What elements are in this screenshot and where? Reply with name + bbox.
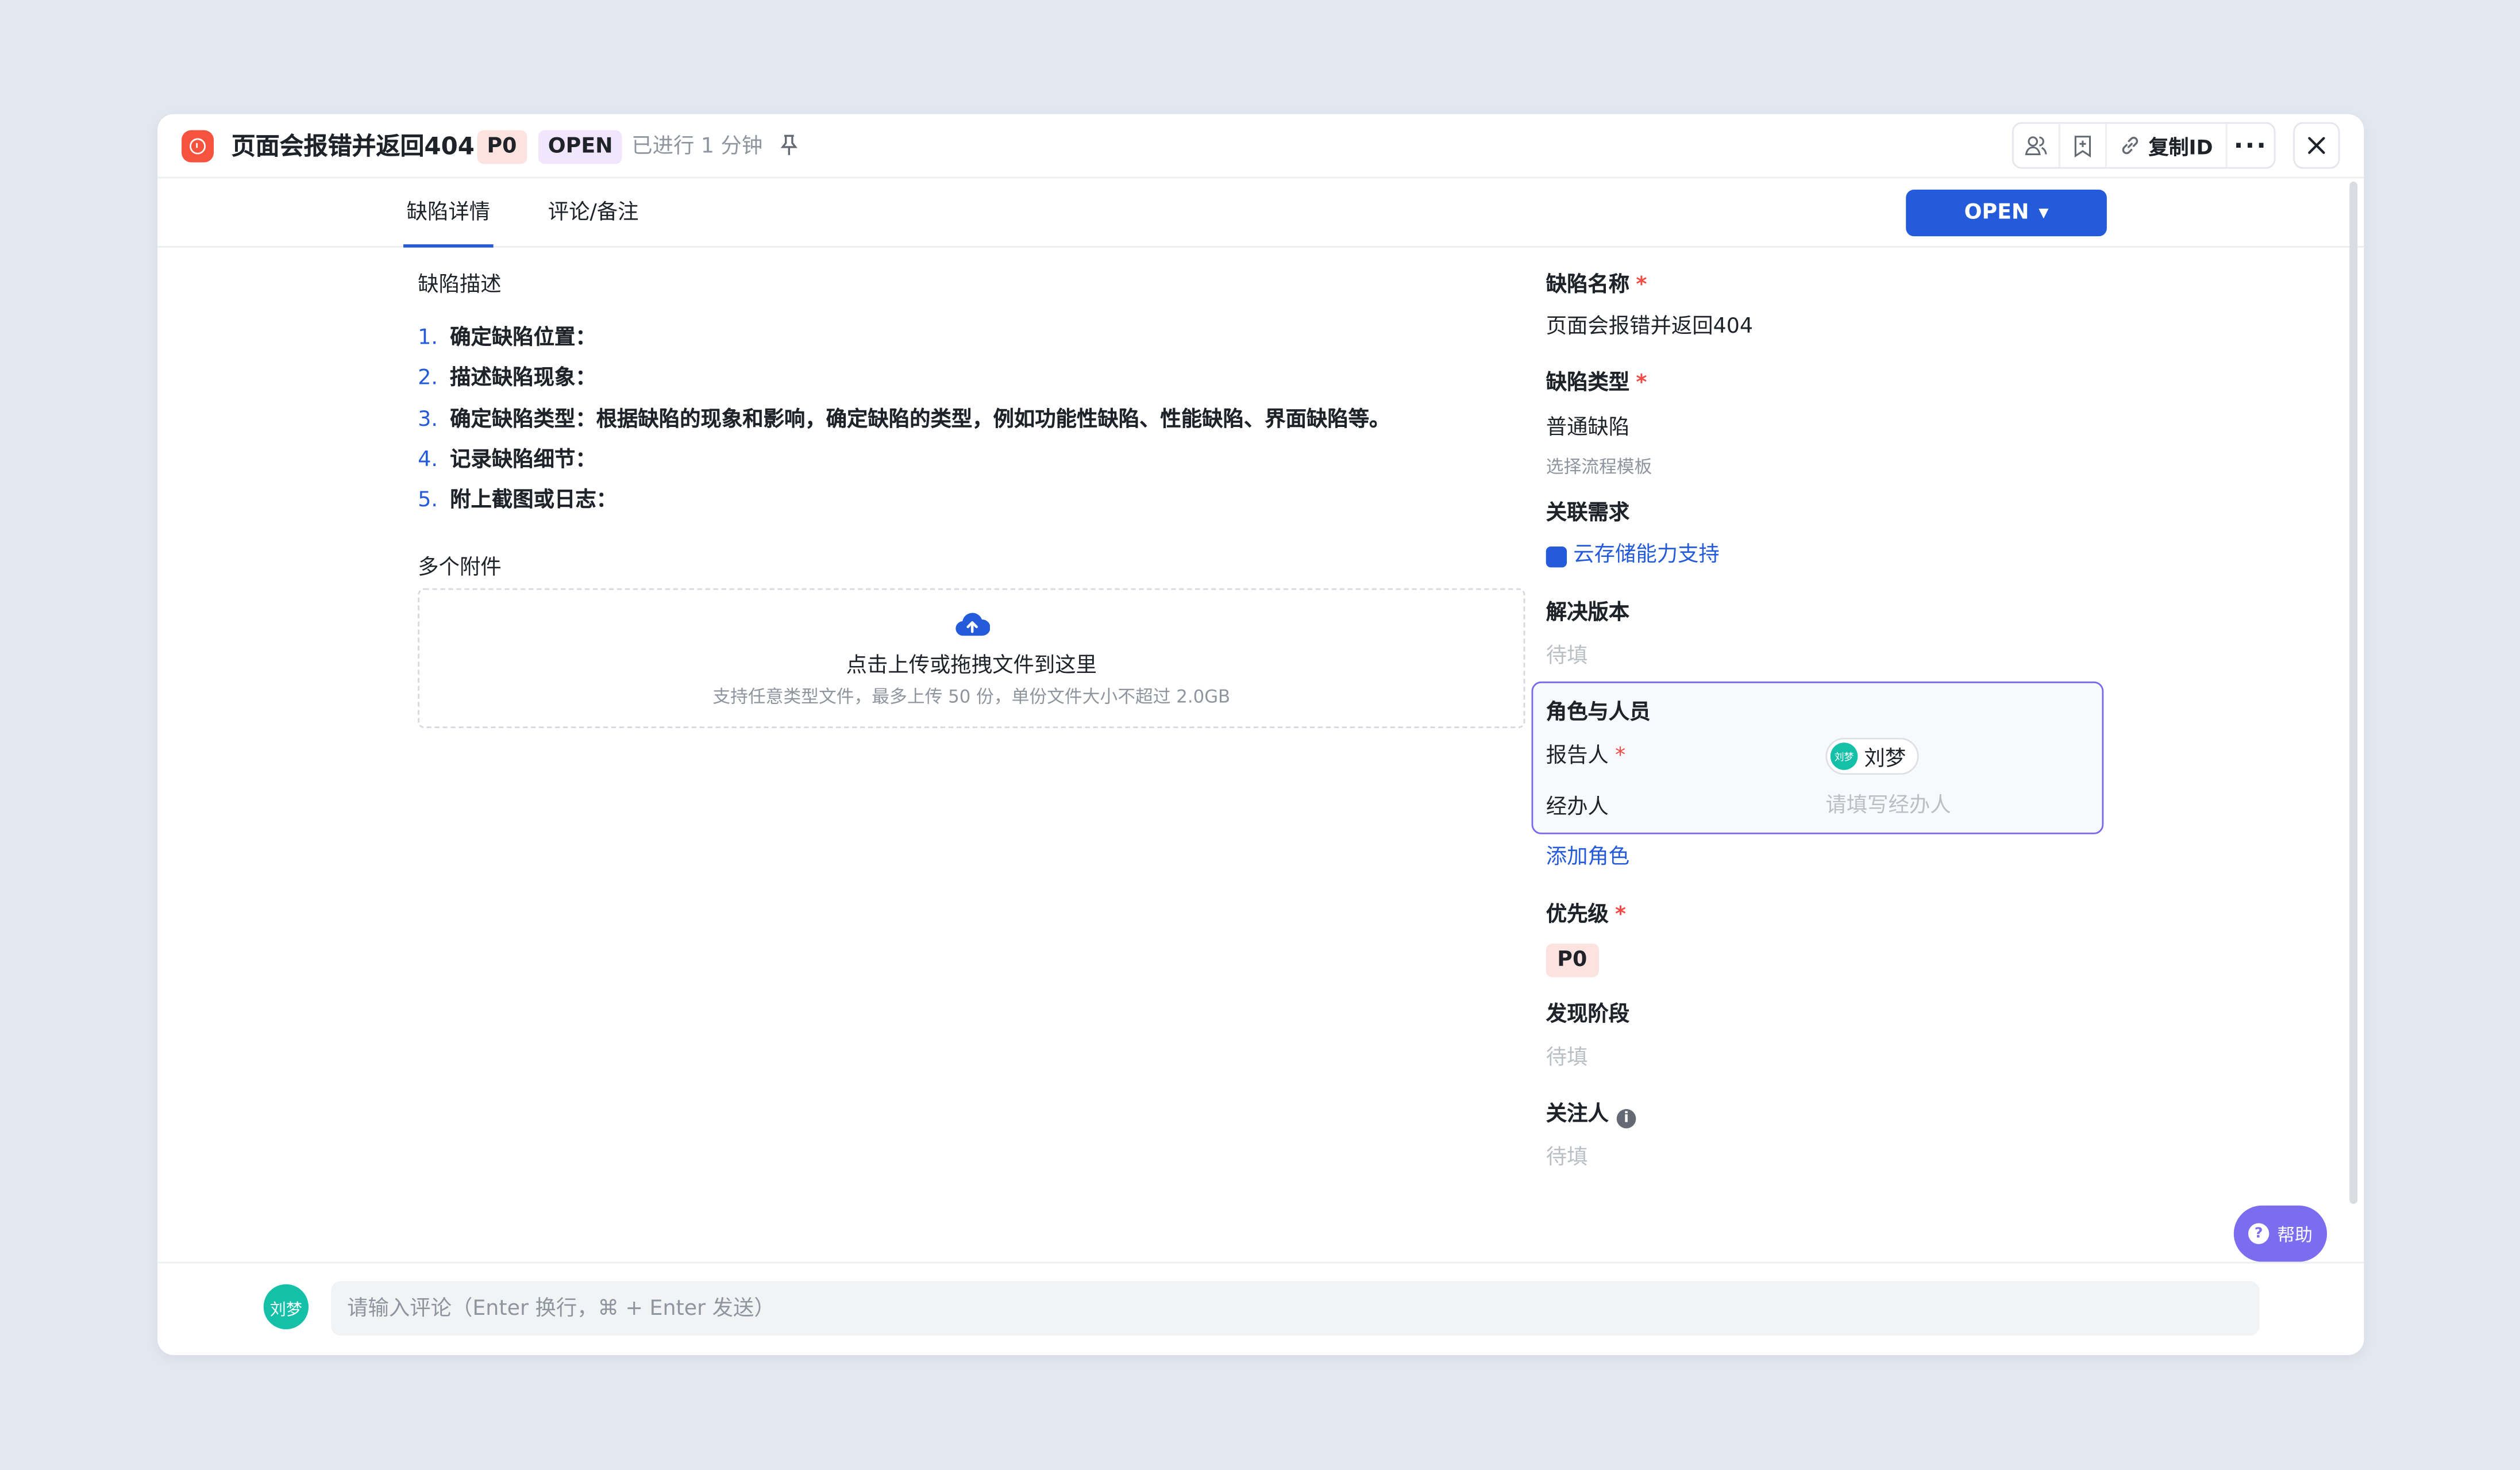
defect-type-value[interactable]: 普通缺陷 [1546, 413, 1629, 445]
followers-label: 关注人 i [1546, 1099, 1636, 1132]
related-requirement-label: 关联需求 [1546, 501, 1630, 526]
members-button[interactable] [2014, 124, 2060, 167]
copy-id-button[interactable]: 复制ID [2107, 124, 2228, 167]
roles-title: 角色与人员 [1546, 701, 1651, 725]
field-label-text: 缺陷类型 [1546, 371, 1630, 396]
required-mark: * [1636, 273, 1647, 298]
requirement-icon [1546, 545, 1567, 567]
reporter-label: 报告人 * [1546, 741, 1625, 773]
list-number: 4. [418, 448, 438, 473]
list-text: 确定缺陷位置： [450, 326, 596, 351]
bookmark-add-icon [2074, 134, 2091, 157]
related-requirement-value: 云存储能力支持 [1573, 543, 1720, 568]
close-button[interactable] [2293, 122, 2340, 169]
found-stage-label: 发现阶段 [1546, 1003, 1630, 1028]
related-requirement-link[interactable]: 云存储能力支持 [1546, 540, 1720, 572]
roles-section: 角色与人员 报告人 * 刘梦 刘梦 经办人 请填写经办人 [1531, 681, 2104, 834]
required-mark: * [1636, 371, 1647, 396]
cloud-upload-icon [955, 613, 990, 636]
handler-label: 经办人 [1546, 795, 1609, 820]
list-text: 附上截图或日志： [450, 488, 618, 513]
field-label-text: 缺陷名称 [1546, 273, 1630, 298]
copy-id-label: 复制ID [2148, 134, 2213, 159]
bookmark-button[interactable] [2060, 124, 2107, 167]
list-text: 描述缺陷现象： [450, 367, 596, 391]
caret-down-icon: ▼ [2039, 206, 2049, 221]
tab-defect-details[interactable]: 缺陷详情 [403, 198, 494, 248]
resolve-version-label: 解决版本 [1546, 601, 1630, 626]
status-badge: OPEN [538, 130, 623, 164]
priority-label: 优先级 * [1546, 900, 1626, 932]
status-dropdown-button[interactable]: OPEN ▼ [1906, 190, 2107, 237]
priority-badge: P0 [477, 130, 527, 164]
link-icon [2122, 137, 2138, 155]
list-item: 4. 记录缺陷细节： [418, 445, 1390, 486]
description-list[interactable]: 1. 确定缺陷位置： 2. 描述缺陷现象： 3. 确定缺陷类型：根据缺陷的现象和影响，… [418, 323, 1390, 526]
defect-type-label: 缺陷类型 * [1546, 368, 1647, 401]
page-frame: 页面会报错并返回404 P0 OPEN 已进行 1 分钟 复制ID ··· 缺陷… [0, 0, 2520, 1469]
pin-icon[interactable] [780, 133, 799, 157]
add-role-button[interactable]: 添加角色 [1546, 842, 1629, 875]
more-icon: ··· [2233, 130, 2268, 161]
help-button[interactable]: ? 帮助 [2233, 1205, 2328, 1262]
required-mark: * [1615, 903, 1627, 928]
list-number: 1. [418, 326, 438, 351]
list-number: 3. [418, 407, 438, 432]
required-mark: * [1615, 744, 1626, 768]
detail-tabs: 缺陷详情 评论/备注 OPEN ▼ [157, 180, 2364, 248]
help-icon: ? [2248, 1223, 2269, 1244]
more-button[interactable]: ··· [2228, 130, 2274, 161]
defect-detail-panel: 页面会报错并返回404 P0 OPEN 已进行 1 分钟 复制ID ··· 缺陷… [157, 114, 2364, 1355]
list-text: 确定缺陷类型：根据缺陷的现象和影响，确定缺陷的类型，例如功能性缺陷、性能缺陷、界… [450, 407, 1390, 432]
attachments-label: 多个附件 [418, 556, 502, 580]
info-icon[interactable]: i [1616, 1109, 1636, 1129]
help-label: 帮助 [2277, 1223, 2313, 1245]
upload-dropzone[interactable]: 点击上传或拖拽文件到这里 支持任意类型文件，最多上传 50 份，单份文件大小不超… [418, 588, 1525, 729]
upload-instruction: 点击上传或拖拽文件到这里 [846, 654, 1097, 679]
defect-name-value[interactable]: 页面会报错并返回404 [1546, 312, 1753, 344]
tab-comments[interactable]: 评论/备注 [548, 198, 639, 230]
defect-type-icon [182, 130, 214, 163]
elapsed-time: 已进行 1 分钟 [631, 134, 763, 159]
handler-input[interactable]: 请填写经办人 [1825, 791, 1951, 823]
header-toolbar: 复制ID ··· [2012, 122, 2276, 169]
reporter-chip[interactable]: 刘梦 刘梦 [1825, 737, 1919, 775]
field-label-text: 关注人 [1546, 1102, 1609, 1127]
found-stage-value[interactable]: 待填 [1546, 1043, 1588, 1075]
defect-name-label: 缺陷名称 * [1546, 270, 1647, 302]
members-icon [2025, 136, 2047, 156]
followers-value[interactable]: 待填 [1546, 1143, 1588, 1175]
priority-value[interactable]: P0 [1546, 943, 1598, 978]
description-label: 缺陷描述 [418, 273, 502, 298]
comment-input[interactable] [331, 1281, 2260, 1336]
list-text: 记录缺陷细节： [450, 448, 596, 473]
scrollbar[interactable] [2349, 182, 2358, 1204]
status-button-label: OPEN [1964, 201, 2029, 225]
avatar: 刘梦 [263, 1284, 309, 1330]
close-icon [2308, 137, 2325, 154]
panel-header: 页面会报错并返回404 P0 OPEN 已进行 1 分钟 复制ID ··· [157, 114, 2364, 179]
list-number: 2. [418, 367, 438, 391]
comment-bar: 刘梦 [157, 1261, 2364, 1355]
defect-title: 页面会报错并返回404 [231, 132, 475, 161]
avatar: 刘梦 [1830, 742, 1858, 770]
select-template-link[interactable]: 选择流程模板 [1546, 455, 1652, 481]
reporter-label-text: 报告人 [1546, 744, 1609, 768]
field-label-text: 优先级 [1546, 903, 1609, 928]
list-item: 5. 附上截图或日志： [418, 486, 1390, 526]
reporter-name: 刘梦 [1864, 747, 1906, 772]
list-item: 1. 确定缺陷位置： [418, 323, 1390, 364]
list-item: 2. 描述缺陷现象： [418, 364, 1390, 405]
upload-limits: 支持任意类型文件，最多上传 50 份，单份文件大小不超过 2.0GB [712, 686, 1231, 707]
list-item: 3. 确定缺陷类型：根据缺陷的现象和影响，确定缺陷的类型，例如功能性缺陷、性能缺陷… [418, 405, 1390, 445]
resolve-version-value[interactable]: 待填 [1546, 641, 1588, 674]
list-number: 5. [418, 488, 438, 513]
